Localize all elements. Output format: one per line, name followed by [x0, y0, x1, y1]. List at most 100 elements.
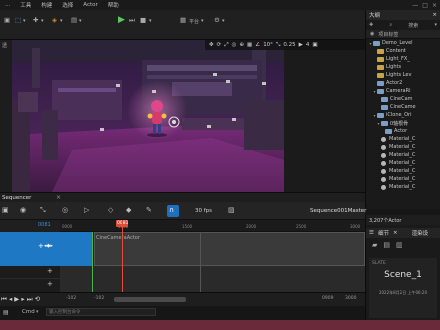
outliner-search-placeholder[interactable]: 搜索 — [408, 22, 418, 29]
sequencer-time-ruler[interactable]: 000010001500200025003000 0081 — [60, 220, 365, 232]
outliner-row[interactable]: Lights Lev — [366, 71, 440, 79]
settings-chevron[interactable]: ▾ — [222, 18, 225, 24]
camera-clip[interactable]: CineCameraActor — [94, 232, 365, 266]
camera-icon[interactable]: ▰ — [372, 241, 377, 249]
tab-details[interactable]: 细节 — [378, 229, 389, 237]
jump-to-end-icon[interactable]: ⏭ — [27, 295, 33, 303]
details-tab-close[interactable]: × — [393, 230, 398, 236]
fps-selector[interactable]: 30 fps — [195, 208, 212, 214]
outliner-row[interactable]: Actor2 — [366, 79, 440, 87]
platforms-icon[interactable]: ▦ — [180, 17, 186, 24]
eye-icon[interactable]: ◉ — [370, 31, 374, 37]
outliner-row[interactable]: Material_C — [366, 167, 440, 175]
menu-item-help[interactable]: 帮助 — [103, 1, 124, 9]
menu-item-overflow[interactable]: ... — [0, 2, 15, 8]
platforms-label[interactable]: 平台 — [189, 18, 199, 25]
track-row[interactable]: + — [0, 266, 60, 279]
tab-render-settings[interactable]: 渲染设 — [412, 229, 429, 237]
add-track-button[interactable]: + — [38, 242, 44, 250]
range-start-field[interactable]: -102 — [66, 296, 76, 301]
range-view-start-field[interactable]: -102 — [94, 296, 104, 301]
camera-track-icon[interactable]: ◉ — [20, 206, 26, 214]
step-forward-icon[interactable]: ▸ — [21, 295, 24, 303]
outliner-row[interactable]: Material_C — [366, 175, 440, 183]
select-mode-icon[interactable]: ⬚ — [15, 17, 21, 24]
save-icon[interactable]: ▣ — [4, 17, 10, 24]
rotation-snap-value[interactable]: 10° — [263, 42, 273, 48]
outliner-row[interactable]: ▾ 0轴根骨 — [366, 119, 440, 127]
viewport-layout-icon[interactable]: ▣ — [312, 42, 317, 48]
playback-range-icon[interactable]: ▨ — [228, 206, 235, 214]
outliner-row[interactable]: ▾ Demo_Level — [366, 39, 440, 47]
outliner-row[interactable]: Content — [366, 47, 440, 55]
maximize-button[interactable]: □ — [422, 2, 428, 9]
add-subtrack-button[interactable]: + — [47, 280, 53, 288]
scale-snap-icon[interactable]: ⤡ — [276, 42, 280, 49]
blueprint-icon[interactable]: ◈ — [52, 17, 57, 24]
timeline-scrollbar[interactable] — [114, 297, 186, 302]
menu-item-build[interactable]: 构建 — [36, 1, 57, 9]
auto-key-icon[interactable]: ◇ — [108, 206, 113, 214]
blueprint-chevron[interactable]: ▾ — [60, 18, 63, 24]
outliner-row[interactable]: Material_C — [366, 159, 440, 167]
close-window-button[interactable]: × — [432, 2, 437, 9]
outliner-row[interactable]: Material_C — [366, 143, 440, 151]
clapper-icon[interactable]: ▤ — [383, 241, 390, 249]
rotation-snap-icon[interactable]: ∠ — [255, 42, 260, 48]
sequencer-tab-title[interactable]: Sequencer — [2, 195, 31, 201]
step-back-icon[interactable]: ◂ — [9, 295, 12, 303]
track-row[interactable]: + — [0, 279, 60, 292]
filter-icon[interactable]: ▾ — [434, 22, 437, 28]
outliner-row[interactable]: ▾ CameraRi — [366, 87, 440, 95]
outliner-row[interactable]: Light_FX_ — [366, 55, 440, 63]
current-frame-field[interactable]: 0081 — [38, 222, 51, 228]
menu-item-tools[interactable]: 工具 — [15, 1, 36, 9]
menu-item-actor[interactable]: Actor — [78, 2, 102, 8]
playback-options-icon[interactable]: ▷ — [84, 206, 89, 214]
level-viewport[interactable] — [12, 40, 284, 192]
loop-icon[interactable]: ⟲ — [35, 295, 40, 303]
outliner-row[interactable]: CineCame — [366, 103, 440, 111]
translate-tool-icon[interactable]: ✥ — [209, 42, 214, 48]
jump-to-start-icon[interactable]: ⏮ — [1, 295, 7, 303]
outliner-row[interactable]: Material_C — [366, 183, 440, 191]
cinematics-icon[interactable]: ▤ — [71, 17, 77, 24]
skip-forward-icon[interactable]: ⏭ — [129, 17, 135, 24]
add-track-chevron[interactable]: ◂◆▸ — [44, 243, 53, 249]
console-cmd-chevron[interactable]: ▾ — [36, 309, 39, 315]
selected-track-row[interactable]: + ◂◆▸ — [0, 232, 60, 266]
minimize-button[interactable]: — — [412, 2, 418, 9]
console-cmd-label[interactable]: Cmd — [22, 309, 35, 315]
outliner-column-header[interactable]: ◉ 项目标签 — [366, 30, 440, 39]
play-options-chevron[interactable]: ▾ — [149, 18, 152, 24]
scale-snap-value[interactable]: 0.25 — [283, 42, 295, 48]
camera-speed-value[interactable]: 4 — [306, 42, 310, 48]
brush-icon[interactable]: ✎ — [146, 206, 152, 214]
outliner-row[interactable]: CineCam — [366, 95, 440, 103]
sequencer-tab-close[interactable]: × — [56, 194, 61, 201]
outliner-row[interactable]: Actor — [366, 127, 440, 135]
coordinate-space-icon[interactable]: ◎ — [232, 42, 237, 48]
add-filter-icon[interactable]: ✚ — [369, 22, 373, 28]
console-input[interactable]: 输入控制台命令 — [46, 308, 156, 316]
outliner-row[interactable]: ▾ iClone_Ori — [366, 111, 440, 119]
camera-speed-icon[interactable]: ▶ — [299, 42, 303, 48]
platforms-chevron[interactable]: ▾ — [201, 18, 204, 24]
range-end-field[interactable]: 3000 — [345, 296, 356, 301]
save-sequence-icon[interactable]: ▣ — [2, 206, 9, 214]
settings-gear-icon[interactable]: ⚙ — [214, 17, 220, 24]
content-drawer-icon[interactable]: ▤ — [3, 309, 9, 316]
stop-icon[interactable]: ■ — [140, 17, 146, 24]
sequencer-timeline-area[interactable]: CineCameraActor — [60, 220, 365, 292]
play-sequence-icon[interactable]: ▶ — [14, 295, 19, 303]
outliner-close-button[interactable]: × — [432, 12, 437, 18]
grid-snap-icon[interactable]: ▦ — [247, 42, 252, 48]
export-icon[interactable]: ▥ — [396, 241, 403, 249]
surface-snap-icon[interactable]: ⊕ — [239, 42, 244, 48]
rotate-tool-icon[interactable]: ⟳ — [217, 42, 222, 48]
outliner-row[interactable]: Material_C — [366, 151, 440, 159]
select-mode-chevron[interactable]: ▾ — [23, 18, 26, 24]
content-add-chevron[interactable]: ▾ — [41, 18, 44, 24]
content-add-icon[interactable]: ✚ — [33, 17, 38, 24]
viewport-perspective-tab[interactable]: 透 — [2, 42, 7, 49]
